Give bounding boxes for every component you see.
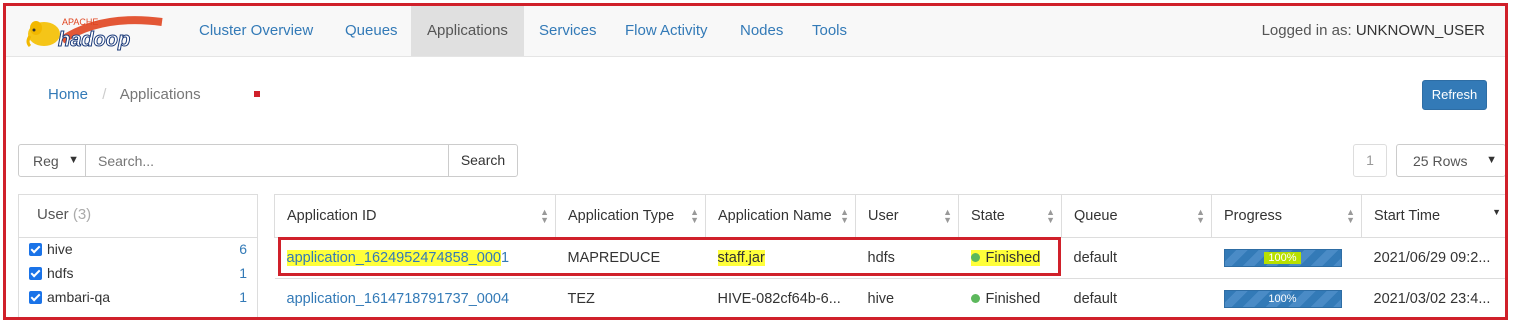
annotation-frame — [3, 3, 1508, 320]
